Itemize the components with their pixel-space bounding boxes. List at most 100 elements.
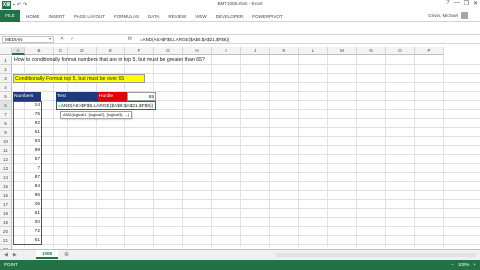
row-header-14[interactable]: 14 xyxy=(0,173,12,182)
row-header-2[interactable]: 2 xyxy=(0,65,12,74)
row-header-18[interactable]: 18 xyxy=(0,209,12,218)
number-cell[interactable]: 63 xyxy=(13,137,41,146)
sheet-tab-bar: ◀ ▶ 1008 ⊕ xyxy=(0,249,480,260)
column-header-h[interactable]: H xyxy=(183,47,212,55)
number-cell[interactable]: 99 xyxy=(13,146,41,155)
formula-bar: MEDIAN ▾ ✕ ✓ fx =AND(A6>$F$5,LARGE($A$6:… xyxy=(0,34,480,44)
tab-view[interactable]: VIEW xyxy=(195,14,207,19)
tab-page-layout[interactable]: PAGE LAYOUT xyxy=(74,14,105,19)
zoom-in-icon[interactable]: + xyxy=(473,262,476,267)
minimize-button[interactable]: — xyxy=(454,0,460,7)
number-cell[interactable]: 94 xyxy=(13,182,41,191)
column-header-i[interactable]: I xyxy=(212,47,241,55)
tab-home[interactable]: HOME xyxy=(26,14,40,19)
column-header-k[interactable]: K xyxy=(270,47,299,55)
column-header-o[interactable]: O xyxy=(386,47,415,55)
tab-review[interactable]: REVIEW xyxy=(168,14,186,19)
window-title: BMT1008.xlsm - Excel xyxy=(217,1,263,6)
chevron-down-icon[interactable]: ▾ xyxy=(49,36,51,41)
row-header-20[interactable]: 20 xyxy=(0,227,12,236)
number-cell[interactable]: 72 xyxy=(13,227,41,236)
restore-button[interactable]: ❐ xyxy=(464,0,469,7)
row-header-12[interactable]: 12 xyxy=(0,155,12,164)
enter-icon[interactable]: ✓ xyxy=(70,36,74,42)
column-header-b[interactable]: B xyxy=(25,47,54,55)
number-cell[interactable]: 7 xyxy=(13,164,41,173)
user-name[interactable]: Girvin, Michael xyxy=(428,13,458,18)
column-header-l[interactable]: L xyxy=(299,47,328,55)
number-cell[interactable]: 92 xyxy=(13,119,41,128)
row-header-15[interactable]: 15 xyxy=(0,182,12,191)
row-header-6[interactable]: 6 xyxy=(0,101,12,110)
column-header-c[interactable]: C xyxy=(54,47,68,55)
column-header-a[interactable]: A xyxy=(12,47,25,55)
status-mode: POINT xyxy=(4,262,18,267)
column-header-j[interactable]: J xyxy=(241,47,270,55)
zoom-level[interactable]: 100% xyxy=(458,262,470,267)
row-header-13[interactable]: 13 xyxy=(0,164,12,173)
insert-function-icon[interactable]: fx xyxy=(128,36,132,42)
name-box[interactable]: MEDIAN xyxy=(2,36,54,43)
avatar[interactable] xyxy=(461,12,468,19)
row-header-7[interactable]: 7 xyxy=(0,110,12,119)
number-cell[interactable]: 75 xyxy=(13,110,41,119)
row-header-19[interactable]: 19 xyxy=(0,218,12,227)
horizontal-scrollbar[interactable] xyxy=(276,253,476,257)
row-header-3[interactable]: 3 xyxy=(0,74,12,83)
close-button[interactable]: ✕ xyxy=(473,0,478,7)
tab-developer[interactable]: DEVELOPER xyxy=(216,14,244,19)
row-header-9[interactable]: 9 xyxy=(0,128,12,137)
hurdle-header[interactable]: Hurdle xyxy=(98,92,127,101)
numbers-header[interactable]: Numbers xyxy=(13,92,41,101)
gridline xyxy=(182,55,183,247)
tab-file[interactable]: FILE xyxy=(0,10,20,22)
row-header-16[interactable]: 16 xyxy=(0,191,12,200)
number-cell[interactable]: 46 xyxy=(13,200,41,209)
column-header-e[interactable]: E xyxy=(97,47,125,55)
number-cell[interactable]: 61 xyxy=(13,209,41,218)
add-sheet-icon[interactable]: ⊕ xyxy=(64,251,69,258)
column-header-p[interactable]: P xyxy=(415,47,444,55)
active-edit-cell[interactable]: =AND(A6>$F$5,LARGE($A$6:$A$21,$F$6)) xyxy=(56,101,156,110)
gridline xyxy=(12,172,480,173)
tab-insert[interactable]: INSERT xyxy=(49,14,65,19)
row-header-8[interactable]: 8 xyxy=(0,119,12,128)
worksheet-grid[interactable]: ABCDEFGHIJKLMNOP 1 2 3 4 5 6 7 8 9 10 11 12 13 14 15 16… xyxy=(0,47,480,254)
next-sheet-icon[interactable]: ▶ xyxy=(13,252,17,258)
formula-input[interactable]: =AND(A6>$F$5,LARGE($A$6:$A$21,$F$6)) xyxy=(140,37,229,42)
column-header-g[interactable]: G xyxy=(154,47,183,55)
number-cell[interactable]: 96 xyxy=(13,191,41,200)
number-cell[interactable]: 87 xyxy=(13,173,41,182)
row-header-1[interactable]: 1 xyxy=(0,56,12,65)
number-cell[interactable]: 14 xyxy=(13,101,41,110)
hurdle-value[interactable]: 65 xyxy=(127,92,156,101)
number-cell[interactable]: 20 xyxy=(13,218,41,227)
test-header[interactable]: Test xyxy=(56,92,98,101)
help-button[interactable]: ? xyxy=(446,0,449,7)
number-cell[interactable]: 51 xyxy=(13,128,41,137)
row-header-10[interactable]: 10 xyxy=(0,137,12,146)
sheet-tab-1008[interactable]: 1008 xyxy=(36,250,58,259)
tab-powerpivot[interactable]: POWERPIVOT xyxy=(252,14,283,19)
column-header-d[interactable]: D xyxy=(68,47,97,55)
row-header-5[interactable]: 5 xyxy=(0,92,12,101)
prev-sheet-icon[interactable]: ◀ xyxy=(4,252,8,258)
column-header-n[interactable]: N xyxy=(357,47,386,55)
column-header-f[interactable]: F xyxy=(125,47,154,55)
row-header-17[interactable]: 17 xyxy=(0,200,12,209)
cell-a1-title[interactable]: How to conditionally format numbers that… xyxy=(14,56,205,65)
tab-data[interactable]: DATA xyxy=(148,14,159,19)
gridline xyxy=(240,55,241,247)
cancel-icon[interactable]: ✕ xyxy=(60,36,64,42)
cell-a3-banner[interactable]: Conditionally Format top 5, but must be … xyxy=(13,74,145,83)
gridline xyxy=(12,127,480,128)
row-header-4[interactable]: 4 xyxy=(0,83,12,92)
row-header-11[interactable]: 11 xyxy=(0,146,12,155)
select-all-corner[interactable] xyxy=(0,47,12,55)
number-cell[interactable]: 57 xyxy=(13,155,41,164)
row-header-21[interactable]: 21 xyxy=(0,236,12,245)
tab-formulas[interactable]: FORMULAS xyxy=(114,14,139,19)
zoom-out-icon[interactable]: − xyxy=(451,262,454,267)
column-header-m[interactable]: M xyxy=(328,47,357,55)
number-cell[interactable]: 61 xyxy=(13,236,41,245)
